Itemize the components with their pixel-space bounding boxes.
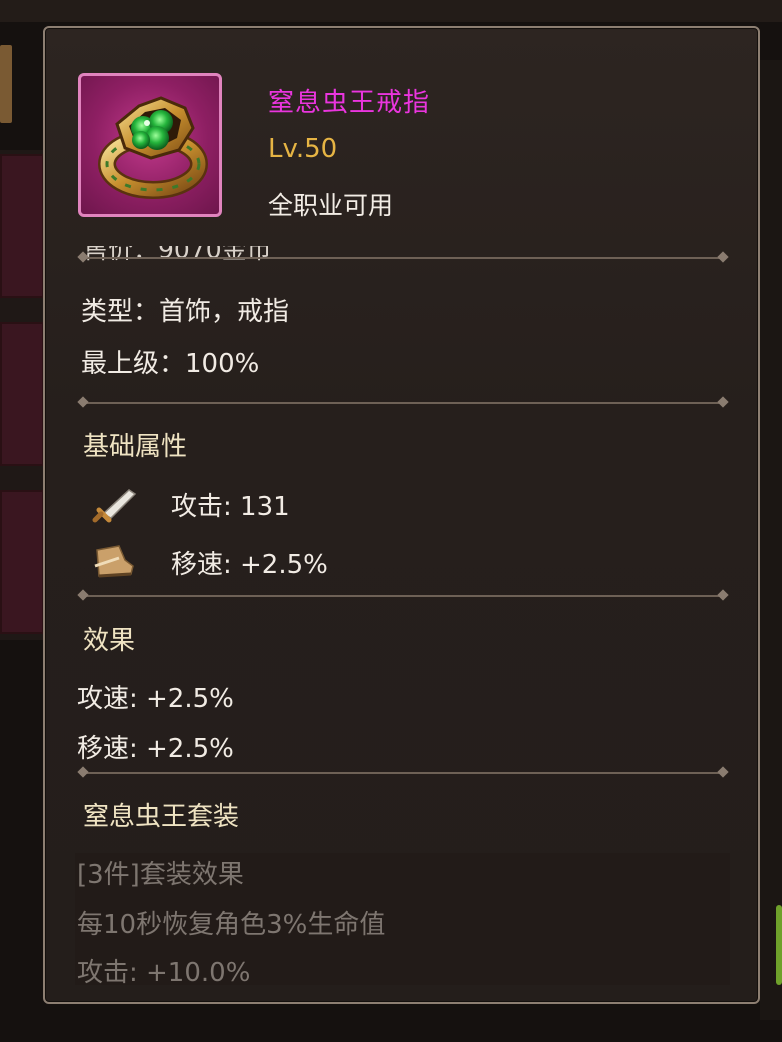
- green-button-edge[interactable]: [776, 905, 782, 985]
- divider: [83, 402, 723, 404]
- set-bonus-line: 每10秒恢复角色3%生命值: [77, 910, 386, 940]
- inventory-slot[interactable]: [0, 154, 44, 298]
- boot-icon: [94, 545, 134, 578]
- move-speed-value: 移速: +2.5%: [171, 550, 328, 580]
- effects-title: 效果: [83, 626, 136, 656]
- effect-item: 攻速: +2.5%: [77, 684, 234, 714]
- item-name: 窒息虫王戒指: [268, 88, 431, 118]
- price-text: 售价：9070金币: [83, 246, 272, 264]
- item-level: Lv.50: [268, 134, 338, 164]
- item-icon-frame: [78, 73, 222, 217]
- base-attributes-title: 基础属性: [83, 432, 188, 462]
- set-bonus-line: 攻击: +10.0%: [77, 958, 251, 988]
- set-bonus-title: [3件]套装效果: [77, 860, 244, 890]
- side-tab[interactable]: [0, 45, 12, 123]
- ring-icon: [98, 96, 208, 199]
- divider: [83, 257, 723, 259]
- set-title: 窒息虫王套装: [83, 802, 240, 832]
- inventory-slot[interactable]: [0, 322, 44, 466]
- divider: [83, 595, 723, 597]
- sword-icon: [92, 489, 137, 523]
- inventory-slot[interactable]: [0, 490, 44, 634]
- item-max-grade: 最上级：100%: [81, 349, 260, 379]
- item-classes: 全职业可用: [268, 191, 394, 220]
- item-type: 类型：首饰，戒指: [81, 297, 290, 327]
- effect-item: 移速: +2.5%: [77, 734, 234, 764]
- right-edge-background: [760, 60, 782, 1020]
- item-tooltip-panel: 窒息虫王戒指 Lv.50 全职业可用 售价：9070金币 类型：首饰，戒指 最上…: [43, 26, 760, 1004]
- inventory-column: [0, 150, 44, 640]
- attack-value: 攻击: 131: [171, 492, 290, 522]
- top-bar-background: [0, 0, 782, 22]
- divider: [83, 772, 723, 774]
